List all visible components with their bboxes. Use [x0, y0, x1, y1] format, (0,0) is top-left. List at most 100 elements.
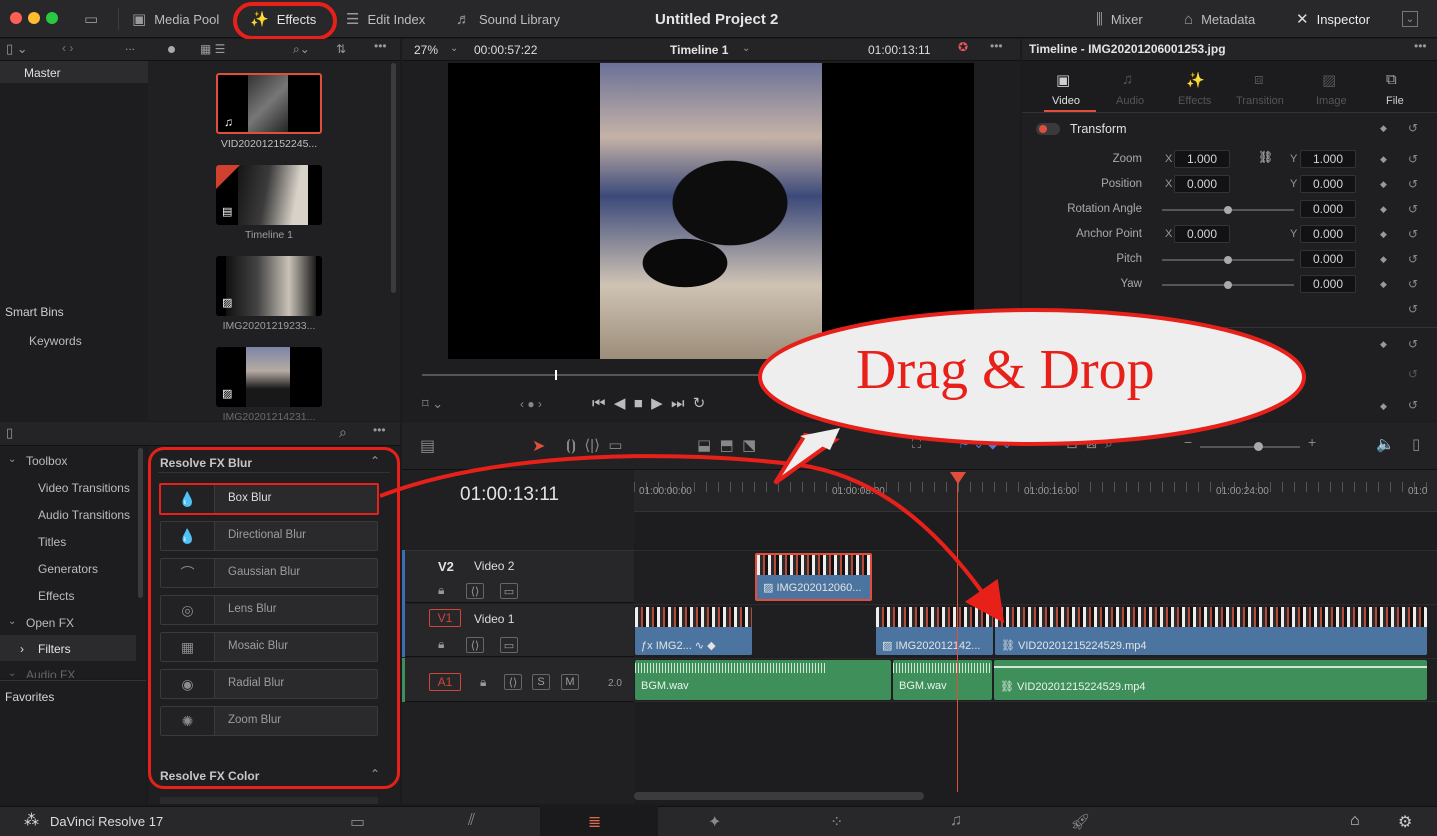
keyframe-icon[interactable]: ◆ — [1380, 179, 1387, 190]
transform-toggle[interactable] — [1036, 123, 1060, 135]
scrollbar[interactable] — [391, 63, 396, 293]
reset-icon[interactable]: ↺ — [1408, 227, 1418, 241]
edit-index-button[interactable]: ☰ Edit Index — [346, 0, 425, 38]
yaw-slider[interactable] — [1224, 281, 1232, 289]
tab-video[interactable]: Video — [1052, 95, 1080, 107]
metadata-button[interactable]: ⌂ Metadata — [1184, 0, 1255, 38]
scrollbar[interactable] — [138, 448, 143, 598]
tree-filters[interactable]: Filters — [38, 642, 71, 656]
reset-icon[interactable]: ↺ — [1408, 367, 1418, 381]
pitch-field[interactable]: 0.000 — [1300, 250, 1356, 268]
tree-audio-transitions[interactable]: Audio Transitions — [38, 508, 130, 522]
media-item-img1[interactable]: ▨ — [216, 256, 322, 316]
transform-section-title[interactable]: Transform — [1070, 122, 1127, 136]
auto-select-icon[interactable]: ⟨⟩ — [466, 637, 484, 653]
zoom-level[interactable]: 27% — [414, 43, 438, 57]
inspector-button[interactable]: ✕ Inspector — [1296, 0, 1370, 38]
lock-icon[interactable]: 🔒︎ — [480, 675, 486, 690]
sidebar-toggle-icon[interactable]: ▯ ⌄ — [6, 41, 28, 57]
search-icon[interactable]: ⌕⌄ — [293, 42, 310, 57]
fusion-page-icon[interactable]: ✦ — [708, 812, 721, 832]
tab-effects[interactable]: Effects — [1178, 95, 1211, 107]
color-page-icon[interactable]: ⁘ — [830, 812, 843, 832]
keyframe-icon[interactable]: ◆ — [1380, 204, 1387, 215]
zoom-x-field[interactable]: 1.000 — [1174, 150, 1230, 168]
color-wheel-icon[interactable]: ✪ — [958, 40, 968, 54]
pitch-slider[interactable] — [1224, 256, 1232, 264]
thumb-size-slider[interactable] — [168, 46, 175, 53]
reset-icon[interactable]: ↺ — [1408, 177, 1418, 191]
tree-generators[interactable]: Generators — [38, 562, 98, 576]
keyframe-icon[interactable]: ◆ — [1380, 154, 1387, 165]
yaw-field[interactable]: 0.000 — [1300, 275, 1356, 293]
tree-effects[interactable]: Effects — [38, 589, 74, 603]
zoom-y-field[interactable]: 1.000 — [1300, 150, 1356, 168]
view-mode-icon[interactable]: ▦ ☰ — [200, 42, 225, 56]
rotation-slider[interactable] — [1224, 206, 1232, 214]
bin-master[interactable]: Master — [24, 66, 61, 80]
fairlight-page-icon[interactable]: ♫ — [950, 812, 962, 830]
tab-file[interactable]: File — [1386, 95, 1404, 107]
more-options-icon[interactable]: ••• — [374, 39, 387, 53]
cut-page-icon[interactable]: ⫽ — [468, 812, 475, 830]
media-item-vid[interactable]: ♫ — [216, 73, 322, 134]
more-icon[interactable]: ... — [125, 39, 135, 53]
chevron-down-icon[interactable]: ⌄ — [1402, 0, 1418, 38]
reset-icon[interactable]: ↺ — [1408, 302, 1418, 316]
tree-titles[interactable]: Titles — [38, 535, 66, 549]
solo-button[interactable]: S — [532, 674, 550, 690]
reset-icon[interactable]: ↺ — [1408, 277, 1418, 291]
media-item-img2[interactable]: ▨ — [216, 347, 322, 407]
track-enable-icon[interactable]: ▭ — [500, 637, 518, 653]
tree-toolbox[interactable]: Toolbox — [26, 454, 67, 468]
clip-a1-b[interactable]: BGM.wav — [893, 660, 992, 700]
zoom-window-button[interactable] — [46, 12, 58, 24]
clip-a1-a[interactable]: BGM.wav — [635, 660, 891, 700]
clip-a1-c[interactable]: ⛓ VID20201215224529.mp4 — [994, 660, 1427, 700]
home-icon[interactable]: ⌂ — [1350, 812, 1360, 830]
more-options-icon[interactable]: ••• — [990, 39, 1003, 53]
tree-audio-fx[interactable]: Audio FX — [26, 668, 75, 678]
link-icon[interactable]: ⛓ — [1258, 150, 1273, 164]
search-icon[interactable]: ⌕ — [339, 424, 347, 441]
anchor-x-field[interactable]: 0.000 — [1174, 225, 1230, 243]
timeline-name[interactable]: Timeline 1 — [670, 43, 728, 57]
tab-transition[interactable]: Transition — [1236, 95, 1284, 107]
track-id-a1[interactable]: A1 — [429, 673, 461, 691]
mute-button[interactable]: M — [561, 674, 579, 690]
keyframe-icon[interactable]: ◆ — [1380, 279, 1387, 290]
nav-arrows-icon[interactable]: ‹ › — [62, 41, 73, 55]
keyframe-icon[interactable]: ◆ — [1380, 401, 1387, 412]
media-item-timeline[interactable]: ▤ — [216, 165, 322, 225]
keyframe-icon[interactable]: ◆ — [1380, 229, 1387, 240]
edit-page-icon[interactable]: ≣ — [588, 812, 601, 832]
tree-open-fx[interactable]: Open FX — [26, 616, 74, 630]
reset-icon[interactable]: ↺ — [1408, 252, 1418, 266]
timeline-scrollbar[interactable] — [634, 792, 924, 800]
chevron-down-icon[interactable]: ⌄ — [742, 43, 750, 54]
monitor-icon[interactable]: ▭ — [84, 0, 98, 38]
tree-video-transitions[interactable]: Video Transitions — [38, 481, 130, 495]
lock-icon[interactable]: 🔒︎ — [438, 637, 444, 652]
reset-icon[interactable]: ↺ — [1408, 152, 1418, 166]
keyframe-icon[interactable]: ◆ — [1380, 123, 1387, 134]
more-options-icon[interactable]: ••• — [1414, 39, 1427, 53]
gear-icon[interactable]: ⚙ — [1398, 812, 1412, 832]
keyframe-icon[interactable]: ◆ — [1380, 254, 1387, 265]
position-x-field[interactable]: 0.000 — [1174, 175, 1230, 193]
media-page-icon[interactable]: ▭ — [350, 812, 365, 832]
sort-icon[interactable]: ⇅ — [336, 42, 346, 56]
rotation-field[interactable]: 0.000 — [1300, 200, 1356, 218]
keyframe-icon[interactable]: ◆ — [1380, 339, 1387, 350]
mixer-button[interactable]: ⫼ Mixer — [1096, 0, 1143, 38]
mixer-toggle-icon[interactable]: ▯ — [1412, 435, 1420, 453]
deliver-page-icon[interactable]: 🚀︎ — [1070, 812, 1090, 832]
tab-image[interactable]: Image — [1316, 95, 1347, 107]
tab-audio[interactable]: Audio — [1116, 95, 1144, 107]
reset-icon[interactable]: ↺ — [1408, 337, 1418, 351]
anchor-y-field[interactable]: 0.000 — [1300, 225, 1356, 243]
media-pool-button[interactable]: ▣ Media Pool — [132, 0, 219, 38]
reset-icon[interactable]: ↺ — [1408, 398, 1418, 412]
close-window-button[interactable] — [10, 12, 22, 24]
auto-select-icon[interactable]: ⟨⟩ — [504, 674, 522, 690]
